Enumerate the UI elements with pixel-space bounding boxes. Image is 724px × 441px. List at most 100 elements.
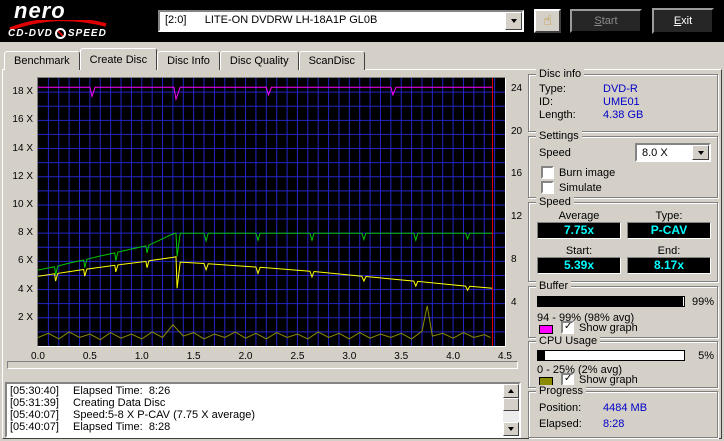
start-button[interactable]: Start (570, 9, 642, 33)
hand-pointer-icon: ☝ (543, 13, 552, 29)
write-type-display: P-CAV (627, 222, 711, 239)
buffer-group: Buffer 99% 94 - 99% (98% avg) Show graph (528, 280, 718, 338)
settings-group: Settings Speed 8.0 X Burn image Simulate (528, 130, 718, 198)
drive-select-dropdown-button[interactable] (505, 12, 522, 30)
group-title: Disc info (536, 68, 585, 80)
end-speed-display: 8.17x (627, 257, 711, 274)
nero-cd-dvd-speed-window: nero CD-DVD SPEED [2:0] LITE-ON DVDRW LH… (0, 0, 724, 441)
cpu-meter-fill (538, 351, 546, 360)
log-line: [05:31:39] Creating Data Disc (7, 397, 502, 409)
speed-graph (37, 77, 506, 347)
log-message: Elapsed Time: 8:28 (73, 421, 171, 433)
cpu-percent: 5% (698, 350, 714, 362)
buffer-color-swatch (539, 325, 553, 334)
checkbox-label: Simulate (559, 181, 602, 194)
drive-info-hand-button[interactable]: ☝ (534, 9, 561, 33)
logo-product-text: CD-DVD SPEED (8, 28, 107, 39)
left-axis-tick: 18 X (12, 86, 33, 98)
group-title: Settings (536, 130, 582, 142)
left-axis-tick: 6 X (17, 255, 33, 267)
log-timestamp: [05:40:07] (10, 421, 59, 433)
log-line: [05:40:07] Speed:5-8 X P-CAV (7.75 X ave… (7, 409, 502, 421)
log-timestamp: [05:30:40] (10, 385, 59, 397)
cpu-meter (537, 350, 685, 361)
log-message: Creating Data Disc (73, 397, 166, 409)
elapsed-label: Elapsed: (539, 418, 582, 430)
buffer-meter-fill (538, 297, 683, 306)
checkbox-label: Burn image (559, 166, 616, 179)
average-speed-display: 7.75x (537, 222, 621, 239)
checkbox-box (561, 321, 574, 334)
event-log-lines: [05:30:40] Elapsed Time: 8:26 [05:31:39]… (7, 385, 502, 433)
speed-select-value: 8.0 X (642, 147, 668, 159)
chevron-down-icon (697, 150, 704, 155)
disc-id-value: UME01 (603, 96, 640, 108)
log-scrollbar[interactable] (503, 384, 519, 436)
cpu-usage-group: CPU Usage 5% 0 - 25% (2% avg) Show graph (528, 335, 718, 388)
burn-image-checkbox[interactable]: Burn image (541, 166, 615, 179)
checkbox-label: Show graph (579, 321, 638, 334)
disc-icon (54, 28, 66, 39)
buffer-percent: 99% (691, 296, 714, 308)
end-speed-label: End: (657, 245, 681, 257)
speed-select-dropdown-button[interactable] (692, 145, 709, 160)
chart-grid (38, 78, 505, 346)
checkbox-box (541, 181, 554, 194)
tab-create-disc[interactable]: Create Disc (79, 48, 158, 70)
start-speed-label: Start: (565, 245, 593, 257)
left-axis-tick: 16 X (12, 114, 33, 126)
average-speed-label: Average (558, 210, 600, 222)
event-log[interactable]: [05:30:40] Elapsed Time: 8:26 [05:31:39]… (5, 382, 521, 438)
logo-product-right: SPEED (67, 28, 107, 39)
log-message: Speed:5-8 X P-CAV (7.75 X average) (73, 409, 256, 421)
tab-disc-quality[interactable]: Disc Quality (219, 51, 299, 70)
speed-select-label: Speed (539, 147, 571, 159)
log-line: [05:40:07] Elapsed Time: 8:28 (7, 421, 502, 433)
left-axis-tick: 12 X (12, 170, 33, 182)
write-progress-bar (7, 361, 518, 369)
logo-product-left: CD-DVD (8, 28, 53, 39)
left-axis-tick: 8 X (17, 227, 33, 239)
position-value: 4484 MB (603, 402, 648, 414)
tab-benchmark[interactable]: Benchmark (4, 51, 80, 70)
group-title: Progress (536, 385, 587, 397)
tab-disc-info[interactable]: Disc Info (157, 51, 220, 70)
log-timestamp: [05:40:07] (10, 409, 59, 421)
disc-info-group: Disc info Type: DVD-R ID: UME01 Length: … (528, 68, 718, 132)
disc-type-label: Type: (539, 83, 566, 95)
chart-series (37, 78, 493, 346)
group-title: Speed (536, 196, 574, 208)
left-axis-tick: 10 X (12, 198, 33, 210)
scroll-down-button[interactable] (503, 422, 519, 436)
elapsed-value: 8:28 (603, 418, 625, 430)
left-axis-tick: 2 X (17, 311, 33, 323)
arrow-down-icon (508, 427, 514, 431)
log-message: Elapsed Time: 8:26 (73, 385, 171, 397)
scrollbar-thumb[interactable] (503, 398, 519, 411)
exit-button[interactable]: Exit (652, 8, 714, 34)
log-line: [05:30:40] Elapsed Time: 8:26 (7, 385, 502, 397)
left-axis-tick: 4 X (17, 283, 33, 295)
drive-select[interactable]: [2:0] LITE-ON DVDRW LH-18A1P GL0B (158, 10, 524, 32)
checkbox-label: Show graph (579, 373, 638, 386)
checkbox-box (541, 166, 554, 179)
disc-length-label: Length: (539, 109, 576, 121)
disc-type-value: DVD-R (603, 83, 638, 95)
group-title: CPU Usage (536, 335, 601, 347)
disc-length-value: 4.38 GB (603, 109, 644, 121)
simulate-checkbox[interactable]: Simulate (541, 181, 602, 194)
left-axis-tick: 14 X (12, 142, 33, 154)
write-type-label: Type: (655, 210, 683, 222)
speed-select[interactable]: 8.0 X (635, 143, 711, 162)
tab-scandisc[interactable]: ScanDisc (298, 51, 366, 70)
scroll-up-button[interactable] (503, 384, 519, 398)
position-label: Position: (539, 402, 582, 414)
chevron-down-icon (510, 19, 517, 23)
header-bar: nero CD-DVD SPEED [2:0] LITE-ON DVDRW LH… (0, 0, 724, 42)
arrow-up-icon (508, 389, 514, 393)
buffer-show-graph-checkbox[interactable]: Show graph (561, 321, 638, 334)
drive-select-value: [2:0] LITE-ON DVDRW LH-18A1P GL0B (165, 14, 378, 26)
tab-bar: Benchmark Create Disc Disc Info Disc Qua… (4, 48, 366, 70)
speed-group: Speed Average Type: 7.75x P-CAV Start: E… (528, 196, 718, 282)
progress-group: Progress Position: 4484 MB Elapsed: 8:28 (528, 385, 718, 438)
